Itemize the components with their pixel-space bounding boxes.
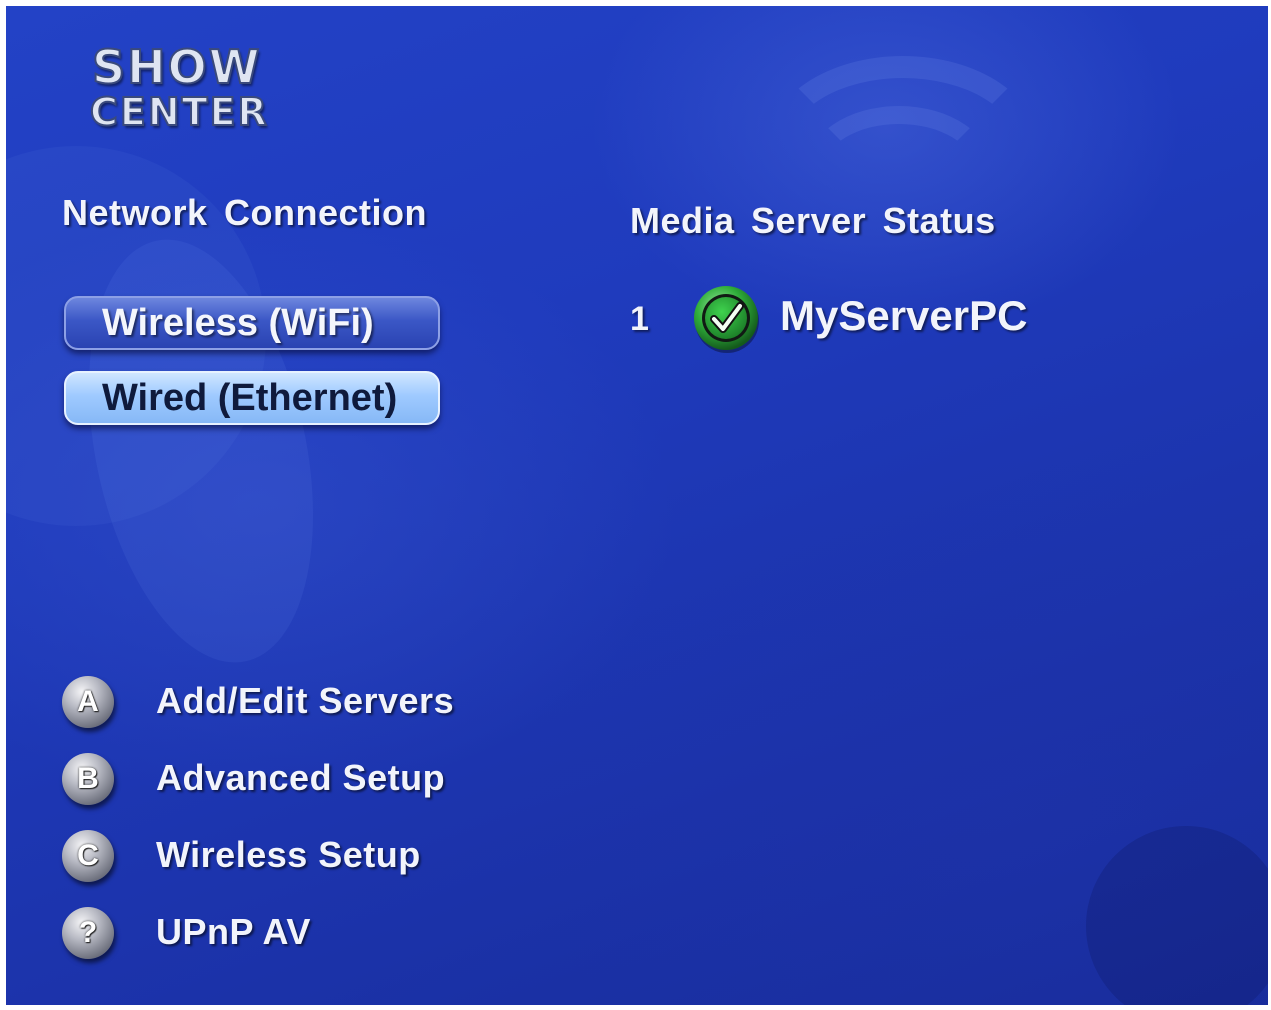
menu-item-add-edit-servers[interactable]: A Add/Edit Servers bbox=[62, 676, 542, 734]
wired-ethernet-button[interactable]: Wired (Ethernet) bbox=[64, 371, 440, 425]
green-check-icon bbox=[692, 284, 762, 354]
wireless-wifi-label: Wireless (WiFi) bbox=[102, 301, 374, 344]
media-server-status-heading: Media Server Status bbox=[630, 200, 996, 241]
server-list-item[interactable]: 1 MyServerPC bbox=[630, 282, 1070, 356]
network-connection-heading: Network Connection bbox=[62, 192, 428, 233]
server-name: MyServerPC bbox=[780, 292, 1028, 339]
c-key-icon: C bbox=[62, 830, 114, 882]
wireless-wifi-button[interactable]: Wireless (WiFi) bbox=[64, 296, 440, 350]
a-key-icon: A bbox=[62, 676, 114, 728]
wired-ethernet-label: Wired (Ethernet) bbox=[102, 376, 398, 419]
help-key-icon: ? bbox=[62, 907, 114, 959]
show-center-screen: SHOW CENTER Network Connection Wireless … bbox=[6, 6, 1268, 1005]
server-index: 1 bbox=[630, 300, 649, 338]
menu-item-label: Wireless Setup bbox=[156, 834, 421, 875]
menu-item-label: Advanced Setup bbox=[156, 757, 446, 798]
show-center-logo: SHOW CENTER bbox=[89, 22, 370, 142]
b-key-icon: B bbox=[62, 753, 114, 805]
menu-item-upnp-av[interactable]: ? UPnP AV bbox=[62, 907, 542, 965]
menu-item-label: UPnP AV bbox=[156, 911, 311, 952]
menu-item-wireless-setup[interactable]: C Wireless Setup bbox=[62, 830, 542, 888]
logo-text-line2: CENTER bbox=[89, 89, 269, 135]
logo-text-line1: SHOW bbox=[91, 39, 262, 95]
menu-item-label: Add/Edit Servers bbox=[156, 680, 455, 721]
menu-item-advanced-setup[interactable]: B Advanced Setup bbox=[62, 753, 542, 811]
